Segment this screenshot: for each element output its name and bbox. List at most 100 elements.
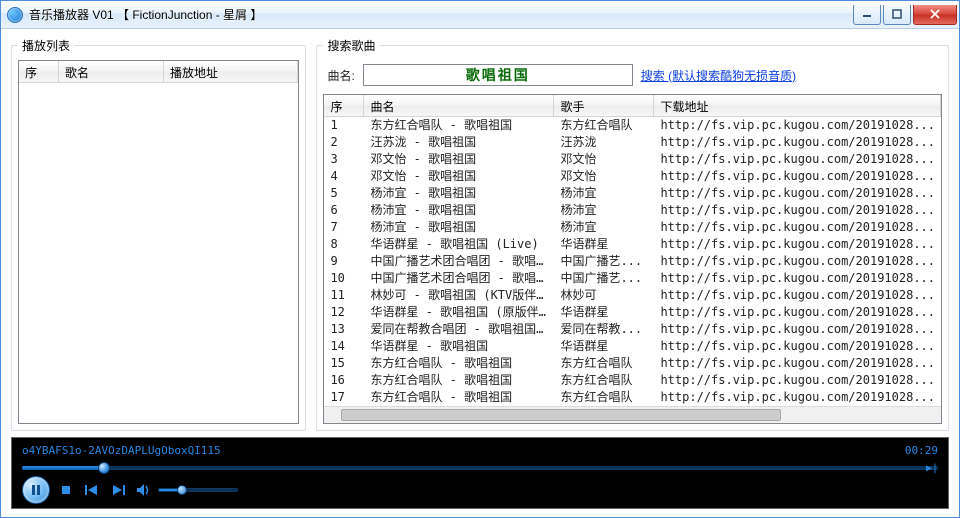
table-row[interactable]: 9中国广播艺术团合唱团 - 歌唱...中国广播艺...http://fs.vip… bbox=[324, 253, 941, 270]
playlist-col-name[interactable]: 歌名 bbox=[59, 61, 164, 82]
close-button[interactable] bbox=[913, 5, 957, 25]
volume-rail[interactable] bbox=[158, 488, 238, 492]
playlist-legend: 播放列表 bbox=[18, 37, 74, 54]
cell-idx: 12 bbox=[324, 304, 364, 321]
cell-artist: 东方红合唱队 bbox=[554, 389, 654, 406]
results-hscrollbar[interactable] bbox=[324, 406, 941, 423]
cell-artist: 爱同在帮教... bbox=[554, 321, 654, 338]
results-col-name[interactable]: 曲名 bbox=[364, 95, 554, 116]
volume-control[interactable] bbox=[134, 480, 238, 500]
cell-idx: 14 bbox=[324, 338, 364, 355]
results-header[interactable]: 序 曲名 歌手 下载地址 bbox=[324, 95, 941, 117]
table-row[interactable]: 4邓文怡 - 歌唱祖国邓文怡http://fs.vip.pc.kugou.com… bbox=[324, 168, 941, 185]
table-row[interactable]: 13爱同在帮教合唱团 - 歌唱祖国...爱同在帮教...http://fs.vi… bbox=[324, 321, 941, 338]
cell-url: http://fs.vip.pc.kugou.com/20191028... bbox=[654, 253, 941, 270]
results-listview[interactable]: 序 曲名 歌手 下载地址 1东方红合唱队 - 歌唱祖国东方红合唱队http://… bbox=[323, 94, 942, 424]
table-row[interactable]: 3邓文怡 - 歌唱祖国邓文怡http://fs.vip.pc.kugou.com… bbox=[324, 151, 941, 168]
table-row[interactable]: 1东方红合唱队 - 歌唱祖国东方红合唱队http://fs.vip.pc.kug… bbox=[324, 117, 941, 134]
cell-name: 东方红合唱队 - 歌唱祖国 bbox=[364, 355, 554, 372]
results-col-url[interactable]: 下载地址 bbox=[654, 95, 941, 116]
cell-artist: 林妙可 bbox=[554, 287, 654, 304]
cell-url: http://fs.vip.pc.kugou.com/20191028... bbox=[654, 151, 941, 168]
cell-url: http://fs.vip.pc.kugou.com/20191028... bbox=[654, 236, 941, 253]
cell-idx: 4 bbox=[324, 168, 364, 185]
table-row[interactable]: 6杨沛宜 - 歌唱祖国杨沛宜http://fs.vip.pc.kugou.com… bbox=[324, 202, 941, 219]
results-col-artist[interactable]: 歌手 bbox=[554, 95, 654, 116]
cell-name: 中国广播艺术团合唱团 - 歌唱... bbox=[364, 253, 554, 270]
cell-url: http://fs.vip.pc.kugou.com/20191028... bbox=[654, 321, 941, 338]
cell-name: 邓文怡 - 歌唱祖国 bbox=[364, 151, 554, 168]
cell-artist: 邓文怡 bbox=[554, 151, 654, 168]
table-row[interactable]: 16东方红合唱队 - 歌唱祖国东方红合唱队http://fs.vip.pc.ku… bbox=[324, 372, 941, 389]
cell-name: 汪苏泷 - 歌唱祖国 bbox=[364, 134, 554, 151]
playlist-group: 播放列表 序 歌名 播放地址 bbox=[11, 37, 306, 431]
cell-idx: 10 bbox=[324, 270, 364, 287]
next-button[interactable] bbox=[108, 480, 128, 500]
cell-url: http://fs.vip.pc.kugou.com/20191028... bbox=[654, 219, 941, 236]
search-link[interactable]: 搜索 (默认搜索酷狗无损音质) bbox=[641, 67, 796, 84]
cell-artist: 华语群星 bbox=[554, 338, 654, 355]
cell-url: http://fs.vip.pc.kugou.com/20191028... bbox=[654, 134, 941, 151]
volume-icon[interactable] bbox=[134, 480, 154, 500]
table-row[interactable]: 7杨沛宜 - 歌唱祖国杨沛宜http://fs.vip.pc.kugou.com… bbox=[324, 219, 941, 236]
cell-url: http://fs.vip.pc.kugou.com/20191028... bbox=[654, 185, 941, 202]
cell-artist: 中国广播艺... bbox=[554, 270, 654, 287]
cell-idx: 13 bbox=[324, 321, 364, 338]
cell-url: http://fs.vip.pc.kugou.com/20191028... bbox=[654, 304, 941, 321]
table-row[interactable]: 15东方红合唱队 - 歌唱祖国东方红合唱队http://fs.vip.pc.ku… bbox=[324, 355, 941, 372]
results-col-idx[interactable]: 序 bbox=[324, 95, 364, 116]
table-row[interactable]: 10中国广播艺术团合唱团 - 歌唱...中国广播艺...http://fs.vi… bbox=[324, 270, 941, 287]
cell-artist: 东方红合唱队 bbox=[554, 355, 654, 372]
cell-name: 爱同在帮教合唱团 - 歌唱祖国... bbox=[364, 321, 554, 338]
app-window: 音乐播放器 V01 【 FictionJunction - 星屑 】 播放列表 … bbox=[0, 0, 960, 518]
app-icon bbox=[7, 7, 23, 23]
window-title: 音乐播放器 V01 【 FictionJunction - 星屑 】 bbox=[29, 6, 851, 23]
prev-button[interactable] bbox=[82, 480, 102, 500]
seek-bar[interactable]: ▶| bbox=[22, 461, 938, 472]
stop-button[interactable] bbox=[56, 480, 76, 500]
seek-thumb[interactable] bbox=[98, 462, 110, 474]
cell-url: http://fs.vip.pc.kugou.com/20191028... bbox=[654, 372, 941, 389]
cell-artist: 东方红合唱队 bbox=[554, 372, 654, 389]
cell-name: 林妙可 - 歌唱祖国 (KTV版伴奏) bbox=[364, 287, 554, 304]
volume-thumb[interactable] bbox=[177, 485, 187, 495]
playlist-header[interactable]: 序 歌名 播放地址 bbox=[19, 61, 298, 83]
cell-artist: 华语群星 bbox=[554, 304, 654, 321]
play-pause-button[interactable] bbox=[22, 476, 50, 504]
cell-artist: 杨沛宜 bbox=[554, 202, 654, 219]
cell-url: http://fs.vip.pc.kugou.com/20191028... bbox=[654, 202, 941, 219]
cell-idx: 2 bbox=[324, 134, 364, 151]
titlebar[interactable]: 音乐播放器 V01 【 FictionJunction - 星屑 】 bbox=[1, 1, 959, 29]
table-row[interactable]: 12华语群星 - 歌唱祖国 (原版伴奏)华语群星http://fs.vip.pc… bbox=[324, 304, 941, 321]
player-bar: o4YBAFS1o-2AVOzDAPLUgOboxQI115 00:29 ▶| bbox=[11, 437, 949, 509]
table-row[interactable]: 2汪苏泷 - 歌唱祖国汪苏泷http://fs.vip.pc.kugou.com… bbox=[324, 134, 941, 151]
cell-idx: 6 bbox=[324, 202, 364, 219]
cell-name: 邓文怡 - 歌唱祖国 bbox=[364, 168, 554, 185]
cell-artist: 杨沛宜 bbox=[554, 219, 654, 236]
cell-idx: 5 bbox=[324, 185, 364, 202]
table-row[interactable]: 11林妙可 - 歌唱祖国 (KTV版伴奏)林妙可http://fs.vip.pc… bbox=[324, 287, 941, 304]
table-row[interactable]: 5杨沛宜 - 歌唱祖国杨沛宜http://fs.vip.pc.kugou.com… bbox=[324, 185, 941, 202]
playlist-col-idx[interactable]: 序 bbox=[19, 61, 59, 82]
cell-idx: 16 bbox=[324, 372, 364, 389]
playlist-col-url[interactable]: 播放地址 bbox=[164, 61, 298, 82]
cell-name: 东方红合唱队 - 歌唱祖国 bbox=[364, 117, 554, 134]
now-playing-text: o4YBAFS1o-2AVOzDAPLUgOboxQI115 bbox=[22, 444, 221, 457]
search-group: 搜索歌曲 曲名: 搜索 (默认搜索酷狗无损音质) 序 曲名 歌手 下载地址 1东… bbox=[316, 37, 949, 431]
cell-name: 中国广播艺术团合唱团 - 歌唱... bbox=[364, 270, 554, 287]
search-input[interactable] bbox=[363, 64, 633, 86]
hscroll-thumb[interactable] bbox=[341, 409, 781, 421]
table-row[interactable]: 8华语群星 - 歌唱祖国 (Live)华语群星http://fs.vip.pc.… bbox=[324, 236, 941, 253]
table-row[interactable]: 14华语群星 - 歌唱祖国华语群星http://fs.vip.pc.kugou.… bbox=[324, 338, 941, 355]
cell-url: http://fs.vip.pc.kugou.com/20191028... bbox=[654, 338, 941, 355]
table-row[interactable]: 17东方红合唱队 - 歌唱祖国东方红合唱队http://fs.vip.pc.ku… bbox=[324, 389, 941, 406]
cell-name: 东方红合唱队 - 歌唱祖国 bbox=[364, 389, 554, 406]
cell-name: 华语群星 - 歌唱祖国 (原版伴奏) bbox=[364, 304, 554, 321]
playlist-listview[interactable]: 序 歌名 播放地址 bbox=[18, 60, 299, 424]
minimize-button[interactable] bbox=[853, 5, 881, 25]
cell-idx: 1 bbox=[324, 117, 364, 134]
maximize-button[interactable] bbox=[883, 5, 911, 25]
cell-url: http://fs.vip.pc.kugou.com/20191028... bbox=[654, 389, 941, 406]
cell-name: 杨沛宜 - 歌唱祖国 bbox=[364, 185, 554, 202]
cell-name: 东方红合唱队 - 歌唱祖国 bbox=[364, 372, 554, 389]
